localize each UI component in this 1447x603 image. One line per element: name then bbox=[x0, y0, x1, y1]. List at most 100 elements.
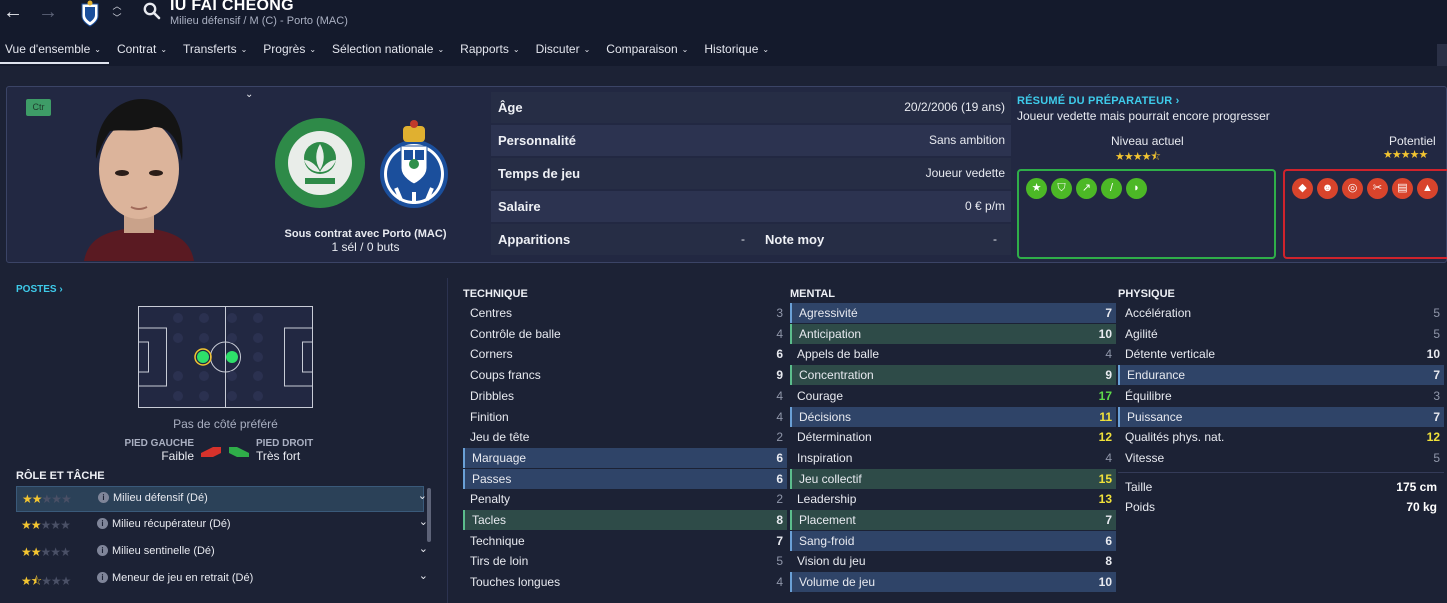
attribute-row[interactable]: Contrôle de balle 4 bbox=[463, 324, 787, 344]
tab-3[interactable]: Progrès ⌄ bbox=[255, 40, 324, 64]
attribute-row[interactable]: Marquage 6 bbox=[463, 447, 787, 468]
leg-icon[interactable]: / bbox=[1101, 178, 1122, 199]
attribute-row[interactable]: Qualités phys. nat. 12 bbox=[1118, 427, 1444, 447]
tab-0[interactable]: Vue d'ensemble ⌄ bbox=[0, 40, 109, 64]
boots-icon[interactable]: ◗ bbox=[1126, 178, 1147, 199]
attribute-value: 3 bbox=[776, 306, 783, 320]
attribute-row[interactable]: Puissance 7 bbox=[1118, 406, 1444, 427]
tab-1[interactable]: Contrat ⌄ bbox=[109, 40, 175, 64]
player-switch-chevrons-icon[interactable]: ︿ ﹀ bbox=[110, 0, 124, 26]
attribute-row[interactable]: Vitesse 5 bbox=[1118, 448, 1444, 468]
attribute-value: 3 bbox=[1433, 388, 1440, 403]
chevron-down-icon[interactable]: ⌄ bbox=[418, 489, 427, 502]
current-ability-label: Niveau actuel bbox=[1111, 134, 1184, 148]
attribute-row[interactable]: Leadership 13 bbox=[790, 489, 1116, 509]
back-arrow-icon[interactable]: ← bbox=[2, 2, 24, 24]
attribute-row[interactable]: Dribbles 4 bbox=[463, 386, 787, 406]
attribute-row[interactable]: Endurance 7 bbox=[1118, 365, 1444, 386]
attribute-row[interactable]: Touches longues 4 bbox=[463, 572, 787, 592]
tab-2[interactable]: Transferts ⌄ bbox=[175, 40, 255, 64]
forward-arrow-icon[interactable]: → bbox=[37, 2, 59, 24]
attribute-row[interactable]: Finition 4 bbox=[463, 407, 787, 427]
attribute-row[interactable]: Corners 6 bbox=[463, 344, 787, 364]
club-crest-icon[interactable] bbox=[76, 0, 104, 28]
national-federation-crest-icon bbox=[275, 118, 365, 208]
cards-icon[interactable]: ◆ bbox=[1292, 178, 1313, 199]
avg-rating-value: - bbox=[993, 232, 997, 246]
attribute-value: 7 bbox=[776, 533, 783, 548]
role-row[interactable]: ★★★★★ i Milieu défensif (Dé) ⌄ bbox=[16, 486, 427, 512]
physique-divider bbox=[1118, 472, 1444, 473]
role-row[interactable]: ★★★★★ i Milieu sentinelle (Dé) ⌄ bbox=[16, 540, 428, 566]
tab-label: Sélection nationale bbox=[332, 42, 434, 56]
attribute-value: 6 bbox=[1105, 533, 1112, 548]
attribute-row[interactable]: Tacles 8 bbox=[463, 510, 787, 530]
tab-5[interactable]: Rapports ⌄ bbox=[452, 40, 527, 64]
attribute-row[interactable]: Décisions 11 bbox=[790, 406, 1116, 427]
attribute-row[interactable]: Accélération 5 bbox=[1118, 303, 1444, 323]
info-icon[interactable]: i bbox=[97, 518, 108, 529]
attribute-row[interactable]: Technique 7 bbox=[463, 531, 787, 551]
attribute-row[interactable]: Détermination 12 bbox=[790, 427, 1116, 447]
tab-6[interactable]: Discuter ⌄ bbox=[528, 40, 599, 64]
attribute-row[interactable]: Agressivité 7 bbox=[790, 303, 1116, 323]
attribute-name: Vision du jeu bbox=[797, 554, 866, 569]
attribute-value: 10 bbox=[1098, 326, 1112, 341]
info-icon[interactable]: i bbox=[98, 492, 109, 503]
left-foot-label: PIED GAUCHE bbox=[124, 438, 194, 449]
target-icon[interactable]: ◎ bbox=[1342, 178, 1363, 199]
attribute-row[interactable]: Sang-froid 6 bbox=[790, 530, 1116, 551]
attribute-row[interactable]: Volume de jeu 10 bbox=[790, 572, 1116, 593]
role-row[interactable]: ★★★★★ i Milieu récupérateur (Dé) ⌄ bbox=[16, 513, 428, 539]
fire-icon[interactable]: ▲ bbox=[1417, 178, 1438, 199]
attribute-row[interactable]: Concentration 9 bbox=[790, 365, 1116, 386]
trend-icon[interactable]: ↗ bbox=[1076, 178, 1097, 199]
role-row[interactable]: ★⯪★★★ i Meneur de jeu en retrait (Dé) ⌄ bbox=[16, 567, 428, 593]
attribute-row[interactable]: Placement 7 bbox=[790, 510, 1116, 530]
info-row-age: Âge 20/2/2006 (19 ans) bbox=[491, 92, 1011, 123]
tab-8[interactable]: Historique ⌄ bbox=[696, 40, 777, 64]
attribute-row[interactable]: Équilibre 3 bbox=[1118, 386, 1444, 406]
info-icon[interactable]: i bbox=[97, 572, 108, 583]
mental-title: MENTAL bbox=[790, 288, 836, 300]
head-icon[interactable]: ☻ bbox=[1317, 178, 1338, 199]
scout-report-link[interactable]: RÉSUMÉ DU PRÉPARATEUR › bbox=[1017, 95, 1179, 107]
attribute-name: Coups francs bbox=[470, 368, 541, 383]
attribute-value: 10 bbox=[1098, 575, 1112, 590]
role-list-scrollbar[interactable] bbox=[427, 488, 431, 542]
info-icon[interactable]: i bbox=[97, 545, 108, 556]
attribute-row[interactable]: Jeu collectif 15 bbox=[790, 468, 1116, 489]
attribute-row[interactable]: Tirs de loin 5 bbox=[463, 551, 787, 571]
search-icon[interactable] bbox=[142, 1, 162, 21]
attribute-row[interactable]: Agilité 5 bbox=[1118, 324, 1444, 344]
portrait-menu-chevron-icon[interactable]: ⌄ bbox=[245, 89, 253, 100]
chevron-down-icon[interactable]: ⌄ bbox=[419, 569, 428, 582]
attribute-row[interactable]: Détente verticale 10 bbox=[1118, 344, 1444, 364]
technique-title: TECHNIQUE bbox=[463, 288, 528, 300]
shield-icon[interactable]: ⛉ bbox=[1051, 178, 1072, 199]
attribute-row[interactable]: Centres 3 bbox=[463, 303, 787, 323]
tab-4[interactable]: Sélection nationale ⌄ bbox=[324, 40, 452, 64]
attribute-row[interactable]: Inspiration 4 bbox=[790, 448, 1116, 468]
tab-label: Vue d'ensemble bbox=[5, 42, 91, 56]
attribute-row[interactable]: Anticipation 10 bbox=[790, 323, 1116, 344]
attribute-row[interactable]: Vision du jeu 8 bbox=[790, 551, 1116, 571]
positions-link[interactable]: POSTES › bbox=[16, 284, 63, 295]
attribute-row[interactable]: Jeu de tête 2 bbox=[463, 427, 787, 447]
attribute-row[interactable]: Passes 6 bbox=[463, 468, 787, 489]
document-icon[interactable]: ▤ bbox=[1392, 178, 1413, 199]
attribute-row[interactable]: Appels de balle 4 bbox=[790, 344, 1116, 364]
tackle-icon[interactable]: ✂ bbox=[1367, 178, 1388, 199]
tab-label: Rapports bbox=[460, 42, 509, 56]
attribute-value: 10 bbox=[1426, 347, 1440, 362]
attribute-row[interactable]: Courage 17 bbox=[790, 386, 1116, 406]
pitch-positions-map[interactable] bbox=[138, 306, 313, 408]
attribute-name: Agressivité bbox=[799, 306, 858, 320]
chevron-down-icon[interactable]: ⌄ bbox=[419, 542, 428, 555]
attribute-row[interactable]: Penalty 2 bbox=[463, 489, 787, 509]
panel-divider bbox=[447, 278, 448, 603]
tab-7[interactable]: Comparaison ⌄ bbox=[598, 40, 696, 64]
header-bar: ← → ︿ ﹀ IU FAI CHEONG Milieu défensif / M… bbox=[0, 0, 1447, 66]
attribute-row[interactable]: Coups francs 9 bbox=[463, 365, 787, 385]
star-icon[interactable]: ★ bbox=[1026, 178, 1047, 199]
